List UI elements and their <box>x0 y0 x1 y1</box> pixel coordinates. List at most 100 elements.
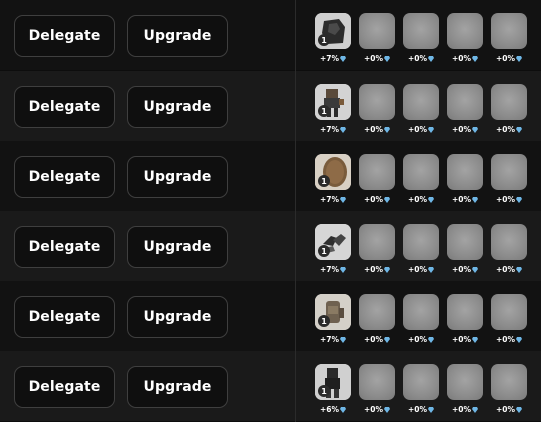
bonus-value: +0% <box>363 335 384 344</box>
empty-slot-tile <box>403 154 439 190</box>
bonus-percent: +0% <box>447 265 483 275</box>
equipment-slot-empty[interactable]: +0% <box>491 364 527 415</box>
delegate-button[interactable]: Delegate <box>14 366 115 408</box>
empty-slot-tile <box>447 154 483 190</box>
bonus-value: +0% <box>407 265 428 274</box>
empty-slot-tile <box>403 84 439 120</box>
upgrade-button[interactable]: Upgrade <box>127 296 228 338</box>
bonus-percent: +0% <box>491 54 527 64</box>
equipment-slot-empty[interactable]: +0% <box>359 364 395 415</box>
upgrade-button[interactable]: Upgrade <box>127 156 228 198</box>
bonus-value: +0% <box>495 54 516 63</box>
bonus-percent: +0% <box>359 265 395 275</box>
bonus-value: +0% <box>495 125 516 134</box>
bonus-value: +0% <box>495 265 516 274</box>
squad-row: Delegate Upgrade 1 +7% +0% +0% +0% +0% <box>0 71 541 141</box>
equipment-slot-empty[interactable]: +0% <box>359 13 395 64</box>
gem-icon <box>339 125 347 134</box>
equipment-slot-empty[interactable]: +0% <box>447 224 483 275</box>
equipment-slot-empty[interactable]: +0% <box>359 294 395 345</box>
bonus-value: +0% <box>495 195 516 204</box>
equipment-slot-empty[interactable]: +0% <box>491 84 527 135</box>
empty-slot-tile <box>403 224 439 260</box>
gem-icon <box>471 405 479 414</box>
bonus-percent: +0% <box>403 125 439 135</box>
bonus-value: +0% <box>451 195 472 204</box>
bonus-percent: +0% <box>447 405 483 415</box>
bonus-percent: +7% <box>315 54 351 64</box>
empty-slot-tile <box>491 364 527 400</box>
bonus-value: +7% <box>319 125 340 134</box>
equipment-slot-filled[interactable]: 1 +7% <box>315 294 351 345</box>
bonus-value: +0% <box>407 195 428 204</box>
delegate-button[interactable]: Delegate <box>14 156 115 198</box>
equipment-slot-empty[interactable]: +0% <box>403 224 439 275</box>
empty-slot-tile <box>447 294 483 330</box>
bonus-value: +0% <box>451 265 472 274</box>
bonus-percent: +0% <box>403 335 439 345</box>
delegate-button[interactable]: Delegate <box>14 296 115 338</box>
level-badge: 1 <box>318 105 330 117</box>
bonus-percent: +0% <box>491 335 527 345</box>
empty-slot-tile <box>359 224 395 260</box>
gem-icon <box>515 405 523 414</box>
bonus-percent: +0% <box>447 54 483 64</box>
squad-row: Delegate Upgrade 1 +7% +0% +0% +0% +0% <box>0 0 541 70</box>
level-badge: 1 <box>318 385 330 397</box>
gem-icon <box>515 265 523 274</box>
level-badge: 1 <box>318 315 330 327</box>
equipment-slot-filled[interactable]: 1 +7% <box>315 154 351 205</box>
equipment-slot-empty[interactable]: +0% <box>491 13 527 64</box>
upgrade-button[interactable]: Upgrade <box>127 366 228 408</box>
equipment-slot-empty[interactable]: +0% <box>403 84 439 135</box>
equipment-slot-empty[interactable]: +0% <box>359 84 395 135</box>
empty-slot-tile <box>447 84 483 120</box>
delegate-button[interactable]: Delegate <box>14 15 115 57</box>
bonus-value: +7% <box>319 335 340 344</box>
empty-slot-tile <box>447 13 483 49</box>
bonus-percent: +0% <box>491 125 527 135</box>
gem-icon <box>427 195 435 204</box>
gem-icon <box>339 195 347 204</box>
bonus-percent: +0% <box>359 335 395 345</box>
bonus-percent: +0% <box>403 195 439 205</box>
equipment-slot-empty[interactable]: +0% <box>491 154 527 205</box>
equipment-slot-filled[interactable]: 1 +6% <box>315 364 351 415</box>
empty-slot-tile <box>491 154 527 190</box>
bonus-value: +0% <box>451 125 472 134</box>
armor-stand-icon: 1 <box>315 364 351 400</box>
upgrade-button[interactable]: Upgrade <box>127 86 228 128</box>
bonus-value: +0% <box>407 125 428 134</box>
equipment-slot-filled[interactable]: 1 +7% <box>315 224 351 275</box>
equipment-slot-empty[interactable]: +0% <box>447 364 483 415</box>
equipment-slot-empty[interactable]: +0% <box>403 294 439 345</box>
equipment-slot-empty[interactable]: +0% <box>447 84 483 135</box>
equipment-slot-empty[interactable]: +0% <box>447 13 483 64</box>
bonus-value: +0% <box>451 405 472 414</box>
gem-icon <box>339 54 347 63</box>
gem-icon <box>383 265 391 274</box>
gem-icon <box>383 405 391 414</box>
equipment-slot-empty[interactable]: +0% <box>403 13 439 64</box>
equipment-slot-empty[interactable]: +0% <box>491 224 527 275</box>
equipment-slot-empty[interactable]: +0% <box>359 154 395 205</box>
equipment-slot-empty[interactable]: +0% <box>403 154 439 205</box>
bonus-value: +0% <box>363 405 384 414</box>
equipment-slot-empty[interactable]: +0% <box>359 224 395 275</box>
equipment-slot-filled[interactable]: 1 +7% <box>315 84 351 135</box>
upgrade-button[interactable]: Upgrade <box>127 15 228 57</box>
empty-slot-tile <box>491 294 527 330</box>
equipment-slot-empty[interactable]: +0% <box>491 294 527 345</box>
equipment-slot-filled[interactable]: 1 +7% <box>315 13 351 64</box>
equipment-slot-empty[interactable]: +0% <box>447 294 483 345</box>
empty-slot-tile <box>359 13 395 49</box>
delegate-button[interactable]: Delegate <box>14 226 115 268</box>
armor-bundle-icon: 1 <box>315 13 351 49</box>
upgrade-button[interactable]: Upgrade <box>127 226 228 268</box>
squad-row: Delegate Upgrade 1 +7% +0% +0% +0% +0% <box>0 211 541 281</box>
gem-icon <box>427 125 435 134</box>
equipment-slot-empty[interactable]: +0% <box>447 154 483 205</box>
bonus-percent: +0% <box>447 195 483 205</box>
equipment-slot-empty[interactable]: +0% <box>403 364 439 415</box>
delegate-button[interactable]: Delegate <box>14 86 115 128</box>
